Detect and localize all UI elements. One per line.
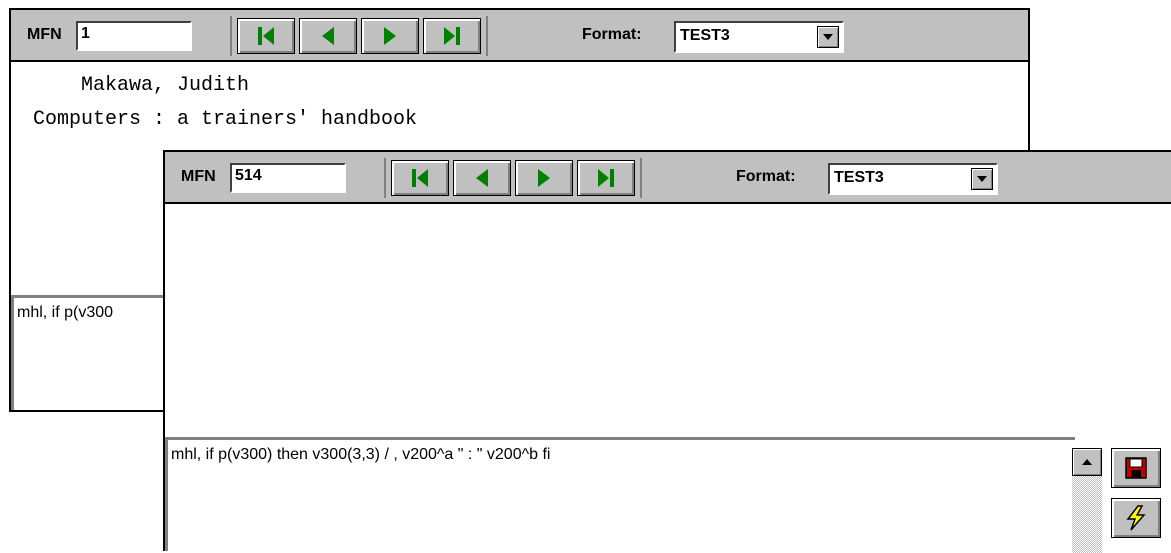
first-record-icon: [258, 27, 274, 45]
last-record-icon: [598, 169, 614, 187]
next-record-icon: [384, 27, 396, 45]
format-editor-scrollbar[interactable]: [1072, 448, 1102, 553]
chevron-up-icon: [1082, 459, 1092, 465]
first-record-button[interactable]: [391, 160, 449, 196]
record-navigation: [230, 16, 488, 56]
next-record-button[interactable]: [361, 18, 419, 54]
record-navigation: [384, 158, 642, 198]
format-editor[interactable]: mhl, if p(v300) then v300(3,3) / , v200^…: [165, 437, 1075, 551]
next-record-icon: [538, 169, 550, 187]
chevron-down-icon: [823, 34, 833, 40]
last-record-button[interactable]: [423, 18, 481, 54]
format-label: Format:: [736, 168, 796, 185]
format-text: mhl, if p(v300: [17, 304, 114, 321]
chevron-down-icon: [977, 176, 987, 182]
first-record-button[interactable]: [237, 18, 295, 54]
previous-record-button[interactable]: [453, 160, 511, 196]
last-record-icon: [444, 27, 460, 45]
format-select[interactable]: TEST3: [828, 163, 998, 195]
save-disk-icon: [1125, 457, 1147, 479]
format-dropdown-button[interactable]: [817, 26, 839, 48]
display-line-title: Computers : a trainers' handbook: [33, 108, 418, 131]
format-select-value: TEST3: [680, 27, 730, 44]
lightning-icon: [1126, 505, 1146, 531]
mfn-label: MFN: [181, 168, 216, 185]
previous-record-icon: [476, 169, 488, 187]
next-record-button[interactable]: [515, 160, 573, 196]
format-select[interactable]: TEST3: [674, 21, 844, 53]
format-text: mhl, if p(v300) then v300(3,3) / , v200^…: [171, 446, 551, 463]
mfn-input[interactable]: 1: [76, 21, 192, 51]
format-dropdown-button[interactable]: [971, 168, 993, 190]
toolbar: MFN 1 Format: TEST3: [11, 10, 1028, 62]
record-window-front: MFN 514 Format: TEST3 mhl, if p(v300) th…: [163, 150, 1171, 553]
display-line-author: Makawa, Judith: [33, 74, 250, 97]
previous-record-button[interactable]: [299, 18, 357, 54]
last-record-button[interactable]: [577, 160, 635, 196]
mfn-label: MFN: [27, 26, 62, 43]
save-format-button[interactable]: [1111, 448, 1161, 488]
first-record-icon: [412, 169, 428, 187]
format-label: Format:: [582, 26, 642, 43]
toolbar: MFN 514 Format: TEST3: [165, 152, 1171, 204]
execute-format-button[interactable]: [1111, 498, 1161, 538]
record-display: [165, 204, 1171, 437]
mfn-input[interactable]: 514: [230, 163, 346, 193]
previous-record-icon: [322, 27, 334, 45]
format-select-value: TEST3: [834, 169, 884, 186]
scroll-up-button[interactable]: [1072, 448, 1102, 476]
